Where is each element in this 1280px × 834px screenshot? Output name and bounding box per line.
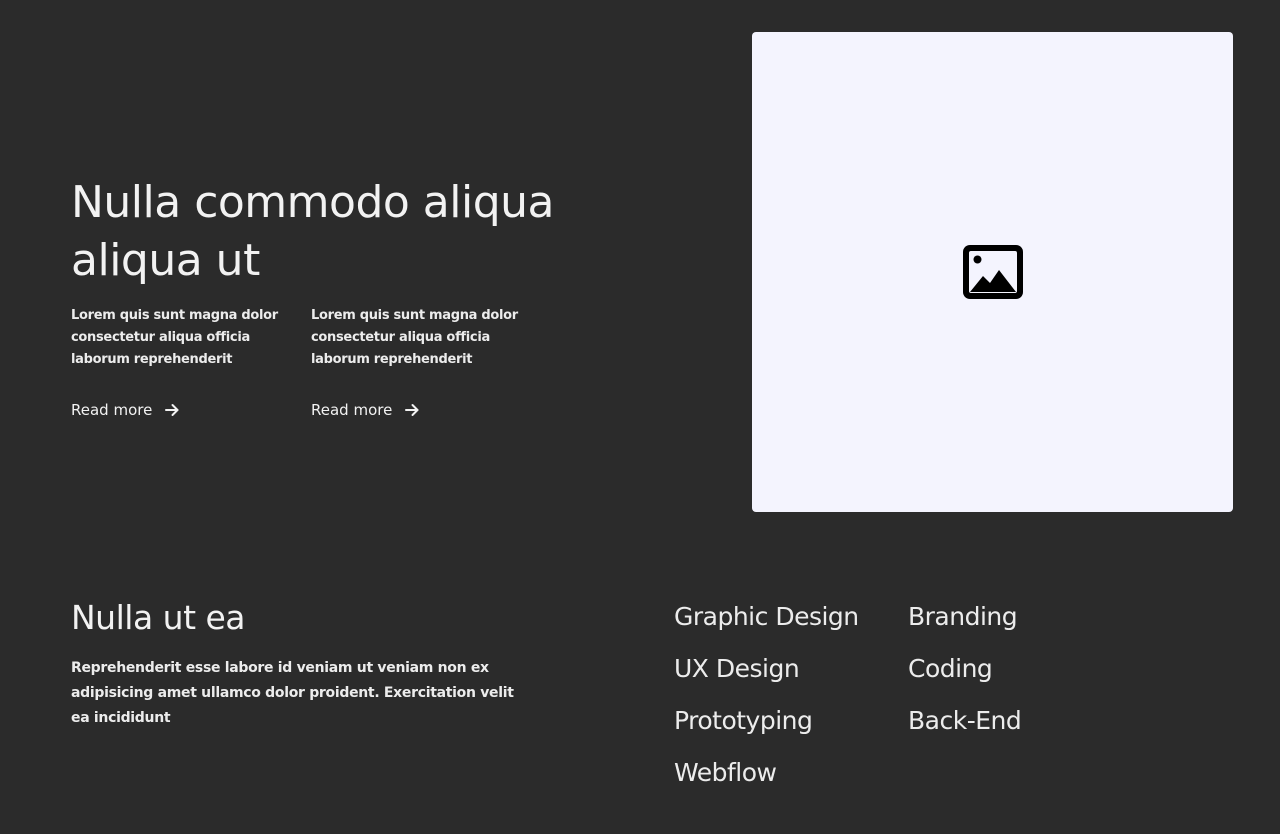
feature-column-1: Lorem quis sunt magna dolor consectetur …: [71, 305, 296, 419]
section-text: Reprehenderit esse labore id veniam ut v…: [71, 660, 514, 726]
read-more-link[interactable]: Read more: [311, 401, 420, 419]
skill-item: Branding: [908, 602, 1018, 631]
skill-item: Back-End: [908, 706, 1022, 735]
read-more-label: Read more: [311, 401, 393, 419]
skill-item: UX Design: [674, 654, 800, 683]
skill-item: Prototyping: [674, 706, 813, 735]
image-placeholder-icon: [963, 245, 1023, 299]
hero-title: Nulla commodo aliqua aliqua ut: [71, 177, 554, 286]
section-title: Nulla ut ea: [71, 598, 246, 637]
feature-text: Lorem quis sunt magna dolor consectetur …: [311, 308, 518, 367]
skill-item: Coding: [908, 654, 993, 683]
skill-item: Webflow: [674, 758, 777, 787]
read-more-link[interactable]: Read more: [71, 401, 180, 419]
hero-image-placeholder: [752, 32, 1233, 512]
arrow-right-icon: [405, 404, 419, 416]
arrow-right-icon: [165, 404, 179, 416]
read-more-label: Read more: [71, 401, 153, 419]
feature-column-2: Lorem quis sunt magna dolor consectetur …: [311, 305, 536, 419]
feature-text: Lorem quis sunt magna dolor consectetur …: [71, 308, 278, 367]
skill-item: Graphic Design: [674, 602, 859, 631]
